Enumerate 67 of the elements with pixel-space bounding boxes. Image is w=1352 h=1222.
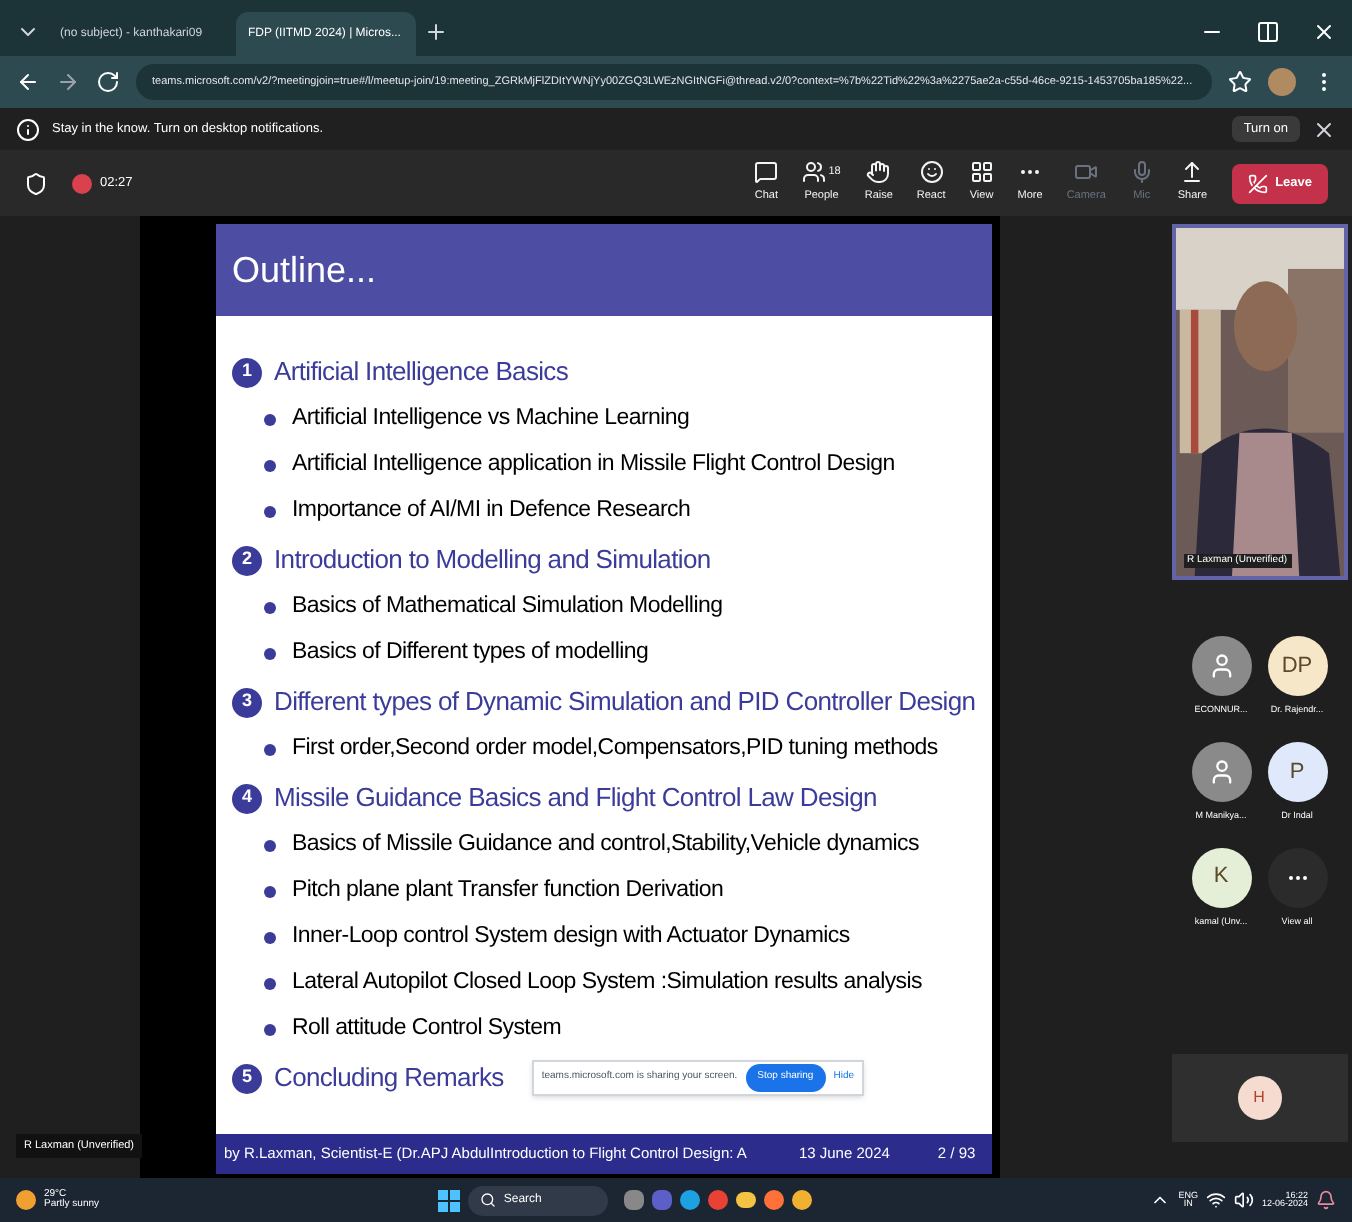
section-number: 1 xyxy=(232,357,262,387)
bullet-text: Lateral Autopilot Closed Loop System :Simulation results analysis xyxy=(292,967,922,998)
bullet-text: Basics of Different types of modelling xyxy=(292,637,649,668)
section-title: Different types of Dynamic Simulation and PID Controller Design xyxy=(274,684,976,721)
bullet-text: Basics of Missile Guidance and control,Stability,Vehicle dynamics xyxy=(292,829,919,860)
bullet-icon xyxy=(264,743,276,755)
microphone-icon xyxy=(1129,160,1154,185)
bullet-text: Inner-Loop control System design with Actuator Dynamics xyxy=(292,921,850,952)
forward-icon[interactable] xyxy=(56,70,80,94)
section-title: Missile Guidance Basics and Flight Control Law Design xyxy=(274,780,877,817)
back-icon[interactable] xyxy=(16,70,40,94)
section-number: 2 xyxy=(232,545,262,575)
smiley-icon xyxy=(919,160,944,185)
bullet-text: Artificial Intelligence vs Machine Learning xyxy=(292,403,690,434)
camera-icon xyxy=(1074,160,1099,185)
share-icon xyxy=(1180,160,1205,185)
avatar-icon[interactable] xyxy=(1268,68,1296,96)
close-icon[interactable] xyxy=(1312,20,1336,44)
bullet-text: Importance of AI/MI in Defence Research xyxy=(292,495,691,526)
search-icon xyxy=(479,1192,496,1208)
section-number: 4 xyxy=(232,783,262,813)
bullet-icon xyxy=(264,647,276,659)
bullet-icon xyxy=(264,413,276,425)
close-icon[interactable] xyxy=(1312,117,1336,141)
bullet-text: Basics of Mathematical Simulation Modelling xyxy=(292,591,723,622)
section-title: Introduction to Modelling and Simulation xyxy=(274,542,711,579)
participant-avatar[interactable] xyxy=(1191,636,1251,696)
new-tab-icon[interactable] xyxy=(424,20,448,44)
bullet-text: First order,Second order model,Compensators,PID tuning methods xyxy=(292,733,938,764)
wifi-icon[interactable] xyxy=(1205,1190,1226,1210)
section-title: Concluding Remarks xyxy=(274,1060,504,1097)
slide-title: Outline... xyxy=(232,247,377,293)
section-number: 5 xyxy=(232,1063,262,1093)
phone-icon xyxy=(1247,173,1268,193)
bullet-text: Artificial Intelligence application in Missile Flight Control Design xyxy=(292,449,895,480)
participant-avatar[interactable]: K xyxy=(1191,847,1251,907)
participant-avatar[interactable] xyxy=(1191,741,1251,802)
bullet-text: Pitch plane plant Transfer function Derivation xyxy=(292,875,724,906)
bullet-icon xyxy=(264,885,276,897)
grid-icon xyxy=(969,160,994,185)
speech-bubble-icon xyxy=(754,160,779,185)
start-icon[interactable] xyxy=(437,1189,460,1211)
reload-icon[interactable] xyxy=(96,70,120,94)
info-icon xyxy=(16,117,40,141)
bullet-icon xyxy=(264,839,276,851)
hand-icon xyxy=(866,160,891,185)
self-avatar: H xyxy=(1237,1076,1281,1120)
recording-icon xyxy=(72,173,92,193)
bullet-icon xyxy=(264,931,276,943)
people-icon xyxy=(802,160,827,185)
shield-icon xyxy=(24,171,48,195)
weather-icon xyxy=(16,1190,36,1210)
bullet-icon xyxy=(264,459,276,471)
bookmark-icon[interactable] xyxy=(1228,70,1252,94)
section-number: 3 xyxy=(232,687,262,717)
section-title: Artificial Intelligence Basics xyxy=(274,354,569,391)
restore-icon[interactable] xyxy=(1256,20,1280,44)
bell-icon[interactable] xyxy=(1316,1190,1336,1210)
bullet-icon xyxy=(264,601,276,613)
folder-icon[interactable] xyxy=(735,1192,756,1208)
speaker-icon[interactable] xyxy=(1233,1190,1254,1210)
participant-avatar[interactable]: P xyxy=(1267,741,1327,802)
bullet-text: Roll attitude Control System xyxy=(292,1013,561,1044)
bullet-icon xyxy=(264,1023,276,1035)
participant-avatar[interactable]: DP xyxy=(1267,636,1327,696)
bullet-icon xyxy=(264,505,276,517)
bullet-icon xyxy=(264,977,276,989)
